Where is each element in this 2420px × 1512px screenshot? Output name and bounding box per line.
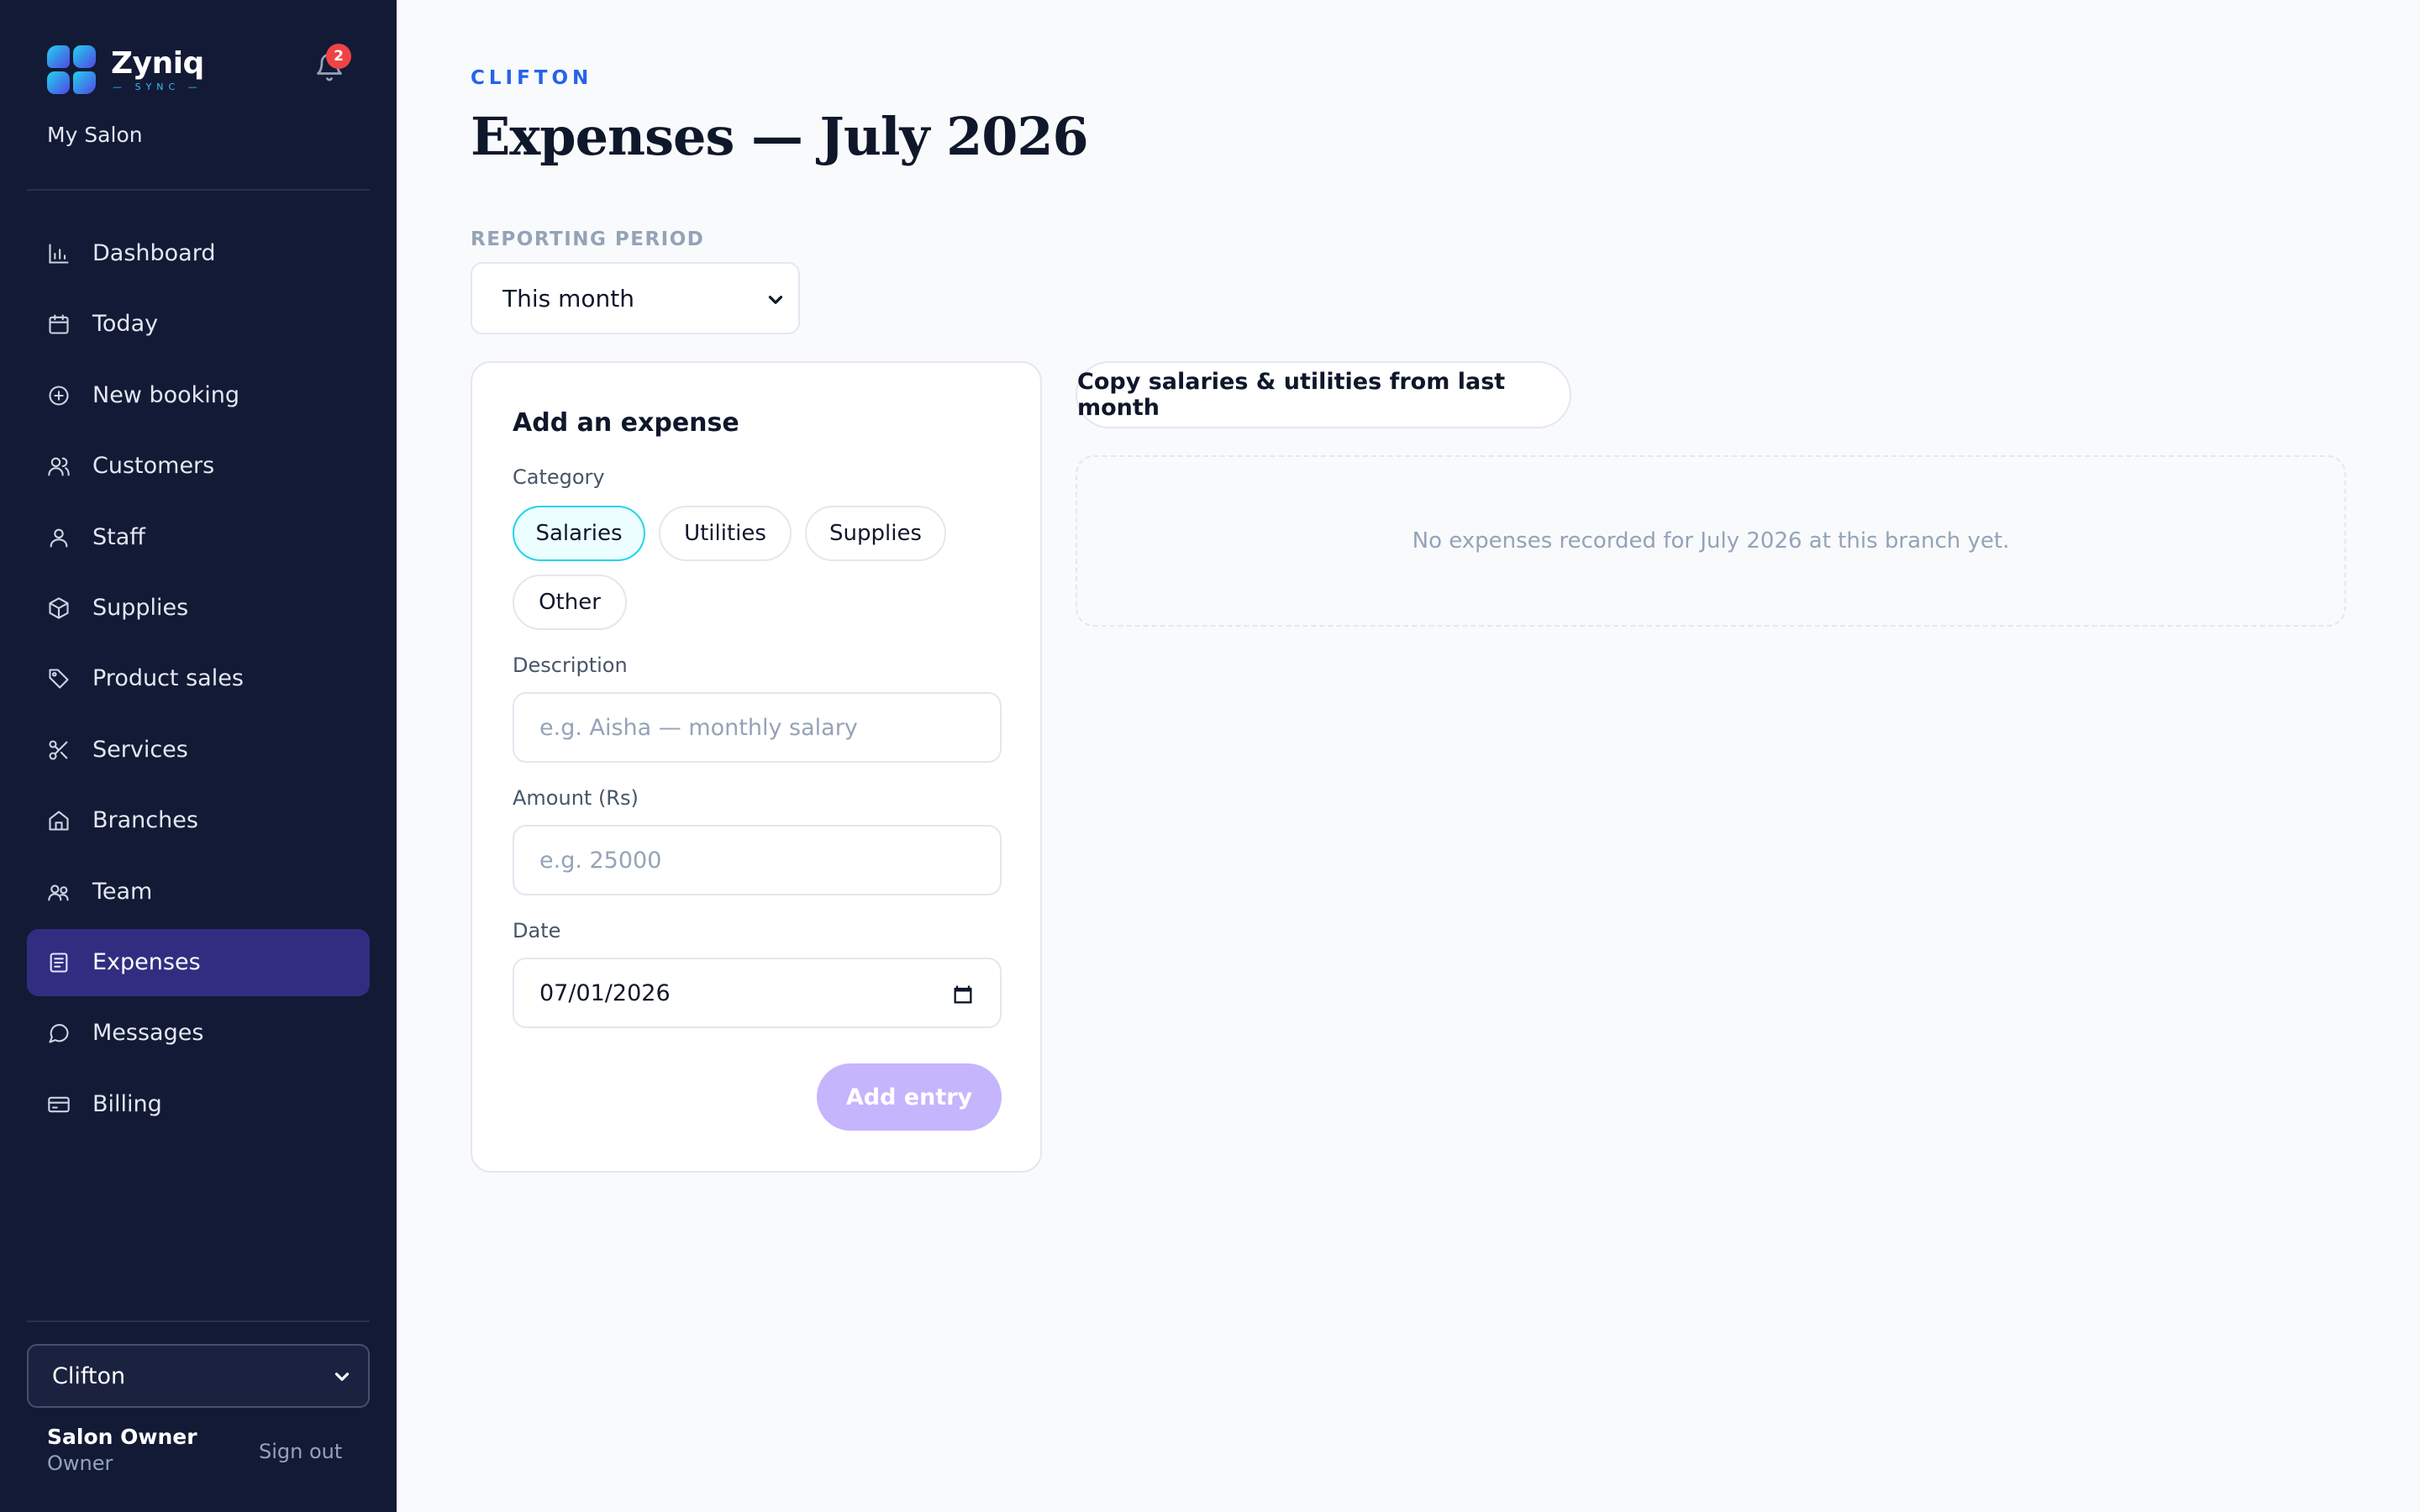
sidebar-item-label: Today <box>92 311 159 338</box>
page-title: Expenses — July 2026 <box>471 106 1089 167</box>
sidebar-item-branches[interactable]: Branches <box>27 787 370 854</box>
branch-select-value: Clifton <box>52 1362 126 1389</box>
sidebar-item-label: Product sales <box>92 665 244 692</box>
description-label: Description <box>513 654 628 677</box>
sidebar-item-staff[interactable]: Staff <box>27 504 370 571</box>
sidebar-item-customers[interactable]: Customers <box>27 433 370 500</box>
reporting-period-value: This month <box>502 284 634 312</box>
empty-state-message: No expenses recorded for July 2026 at th… <box>1412 528 2010 554</box>
users-icon <box>48 457 70 476</box>
amount-placeholder: e.g. 25000 <box>539 847 662 874</box>
chevron-down-icon <box>334 1373 350 1381</box>
amount-input[interactable]: e.g. 25000 <box>513 825 1002 895</box>
plus-circle-icon <box>49 386 69 406</box>
box-icon <box>49 597 69 619</box>
add-expense-title: Add an expense <box>513 408 739 438</box>
sidebar-item-label: Expenses <box>92 948 201 975</box>
calendar-icon <box>49 314 69 334</box>
team-icon <box>48 884 69 900</box>
date-label: Date <box>513 919 561 942</box>
sidebar-item-label: New booking <box>92 381 240 408</box>
scissors-icon <box>49 740 68 760</box>
user-icon <box>50 528 68 548</box>
brand-name: Zyniq <box>111 45 204 81</box>
sidebar-divider <box>27 1320 370 1322</box>
brand-tagline: — SYNC — <box>113 81 203 92</box>
amount-label: Amount (Rs) <box>513 786 639 810</box>
sign-out-button[interactable]: Sign out <box>259 1440 342 1463</box>
sidebar-item-new-booking[interactable]: New booking <box>27 362 370 429</box>
sidebar-item-services[interactable]: Services <box>27 717 370 784</box>
reporting-period-label: REPORTING PERIOD <box>471 228 705 250</box>
sidebar-item-today[interactable]: Today <box>27 291 370 358</box>
sidebar-item-label: Supplies <box>92 594 189 621</box>
sidebar-item-label: Team <box>92 878 153 905</box>
description-input[interactable]: e.g. Aisha — monthly salary <box>513 692 1002 763</box>
sidebar-item-billing[interactable]: Billing <box>27 1071 370 1138</box>
sidebar-item-label: Branches <box>92 807 198 834</box>
message-icon <box>49 1024 69 1043</box>
tag-icon <box>49 669 69 689</box>
sidebar-item-label: Customers <box>92 453 215 480</box>
sidebar-nav: Dashboard Today New booking Customers St… <box>27 220 370 1142</box>
user-name: Salon Owner <box>47 1425 197 1449</box>
user-role: Owner <box>47 1452 113 1475</box>
sidebar-item-dashboard[interactable]: Dashboard <box>27 220 370 287</box>
sidebar-item-label: Services <box>92 736 188 763</box>
notification-badge: 2 <box>326 44 351 69</box>
add-expense-card: Add an expense Category Salaries Utiliti… <box>471 361 1042 1173</box>
credit-card-icon <box>48 1096 70 1112</box>
category-chip-supplies[interactable]: Supplies <box>805 506 946 561</box>
chevron-down-icon <box>768 296 783 304</box>
calendar-icon[interactable] <box>951 983 975 1006</box>
branch-select[interactable]: Clifton <box>27 1344 370 1408</box>
receipt-icon <box>50 953 68 973</box>
sidebar-item-expenses[interactable]: Expenses <box>27 928 370 996</box>
sidebar-item-team[interactable]: Team <box>27 858 370 926</box>
category-label: Category <box>513 465 605 489</box>
sidebar-item-label: Billing <box>92 1090 162 1117</box>
sidebar-item-label: Dashboard <box>92 240 216 266</box>
sidebar: Zyniq — SYNC — 2 My Salon Dashboard Toda… <box>0 0 397 1512</box>
branch-eyebrow: CLIFTON <box>471 67 593 89</box>
add-entry-button[interactable]: Add entry <box>817 1063 1002 1131</box>
sidebar-item-label: Messages <box>92 1020 204 1047</box>
salon-name: My Salon <box>47 123 143 147</box>
reporting-period-select[interactable]: This month <box>471 262 800 334</box>
category-chip-salaries[interactable]: Salaries <box>513 506 645 561</box>
logo-mark-icon <box>47 45 96 94</box>
sidebar-divider <box>27 189 370 191</box>
category-chip-utilities[interactable]: Utilities <box>659 506 792 561</box>
home-icon <box>49 811 69 831</box>
date-value: 07/01/2026 <box>539 979 671 1006</box>
description-placeholder: e.g. Aisha — monthly salary <box>539 714 858 741</box>
brand-logo[interactable]: Zyniq — SYNC — <box>47 45 204 94</box>
sidebar-item-label: Staff <box>92 523 145 550</box>
bar-chart-icon <box>49 244 69 264</box>
category-chip-other[interactable]: Other <box>513 575 627 630</box>
sidebar-item-product-sales[interactable]: Product sales <box>27 645 370 712</box>
sidebar-item-supplies[interactable]: Supplies <box>27 575 370 642</box>
empty-state: No expenses recorded for July 2026 at th… <box>1076 455 2346 627</box>
copy-from-last-month-button[interactable]: Copy salaries & utilities from last mont… <box>1076 361 1571 428</box>
sidebar-item-messages[interactable]: Messages <box>27 1000 370 1067</box>
date-input[interactable]: 07/01/2026 <box>513 958 1002 1028</box>
